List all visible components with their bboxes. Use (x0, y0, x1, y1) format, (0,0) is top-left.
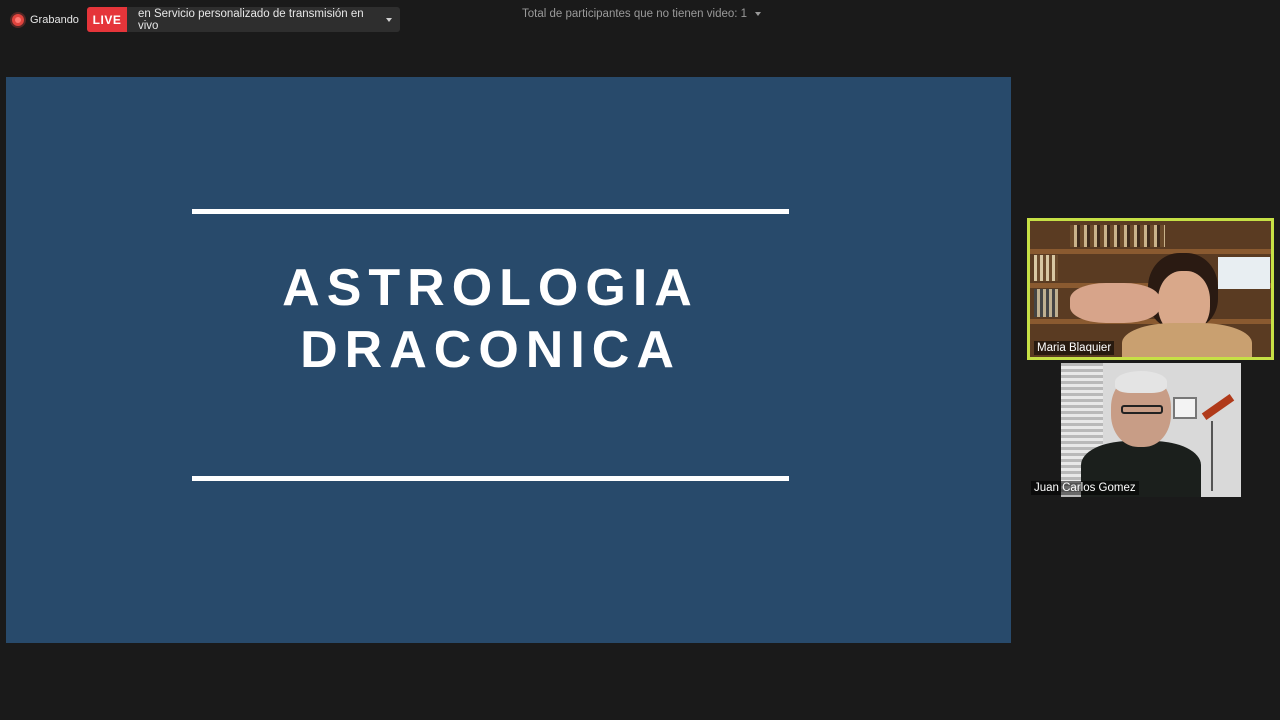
chevron-down-icon (755, 12, 762, 16)
recording-icon (12, 14, 24, 26)
stream-target-label: en Servicio personalizado de transmisión… (138, 7, 364, 32)
participant-body (1081, 441, 1201, 497)
recording-label: Grabando (30, 14, 79, 26)
slide-title-line-2: DRACONICA (300, 321, 681, 379)
chevron-down-icon (386, 17, 392, 22)
slide-title-line-1: ASTROLOGIA (282, 259, 699, 317)
no-video-participants-dropdown[interactable]: Total de participantes que no tienen vid… (522, 8, 762, 20)
participant-hand (1070, 283, 1160, 323)
telescope-tripod (1211, 421, 1213, 491)
wall-picture (1218, 257, 1270, 289)
bookshelf (1030, 319, 1271, 324)
shared-screen-slide: ASTROLOGIA DRACONICA (6, 77, 1011, 643)
live-stream-control: LIVE en Servicio personalizado de transm… (87, 7, 400, 32)
slide-bottom-rule (192, 476, 789, 481)
stream-target-dropdown[interactable]: en Servicio personalizado de transmisión… (127, 7, 400, 32)
live-badge[interactable]: LIVE (87, 7, 127, 32)
video-feed (1061, 363, 1241, 497)
bookshelf (1030, 249, 1271, 254)
books (1034, 255, 1058, 281)
participant-video-juan[interactable] (1061, 363, 1241, 497)
participant-hair (1115, 371, 1167, 393)
no-video-label: Total de participantes que no tienen vid… (522, 8, 748, 20)
participant-body (1122, 323, 1252, 357)
slide-top-rule (192, 209, 789, 214)
participant-glasses (1121, 405, 1163, 414)
wall-picture (1173, 397, 1197, 419)
participant-name-tag: Maria Blaquier (1034, 341, 1115, 355)
slide-title: ASTROLOGIA DRACONICA (192, 257, 789, 381)
books (1034, 289, 1058, 317)
participant-video-maria[interactable]: Maria Blaquier (1027, 218, 1274, 360)
video-feed (1030, 221, 1271, 357)
books (1070, 225, 1165, 247)
recording-indicator[interactable]: Grabando (12, 11, 79, 29)
telescope (1201, 393, 1235, 421)
